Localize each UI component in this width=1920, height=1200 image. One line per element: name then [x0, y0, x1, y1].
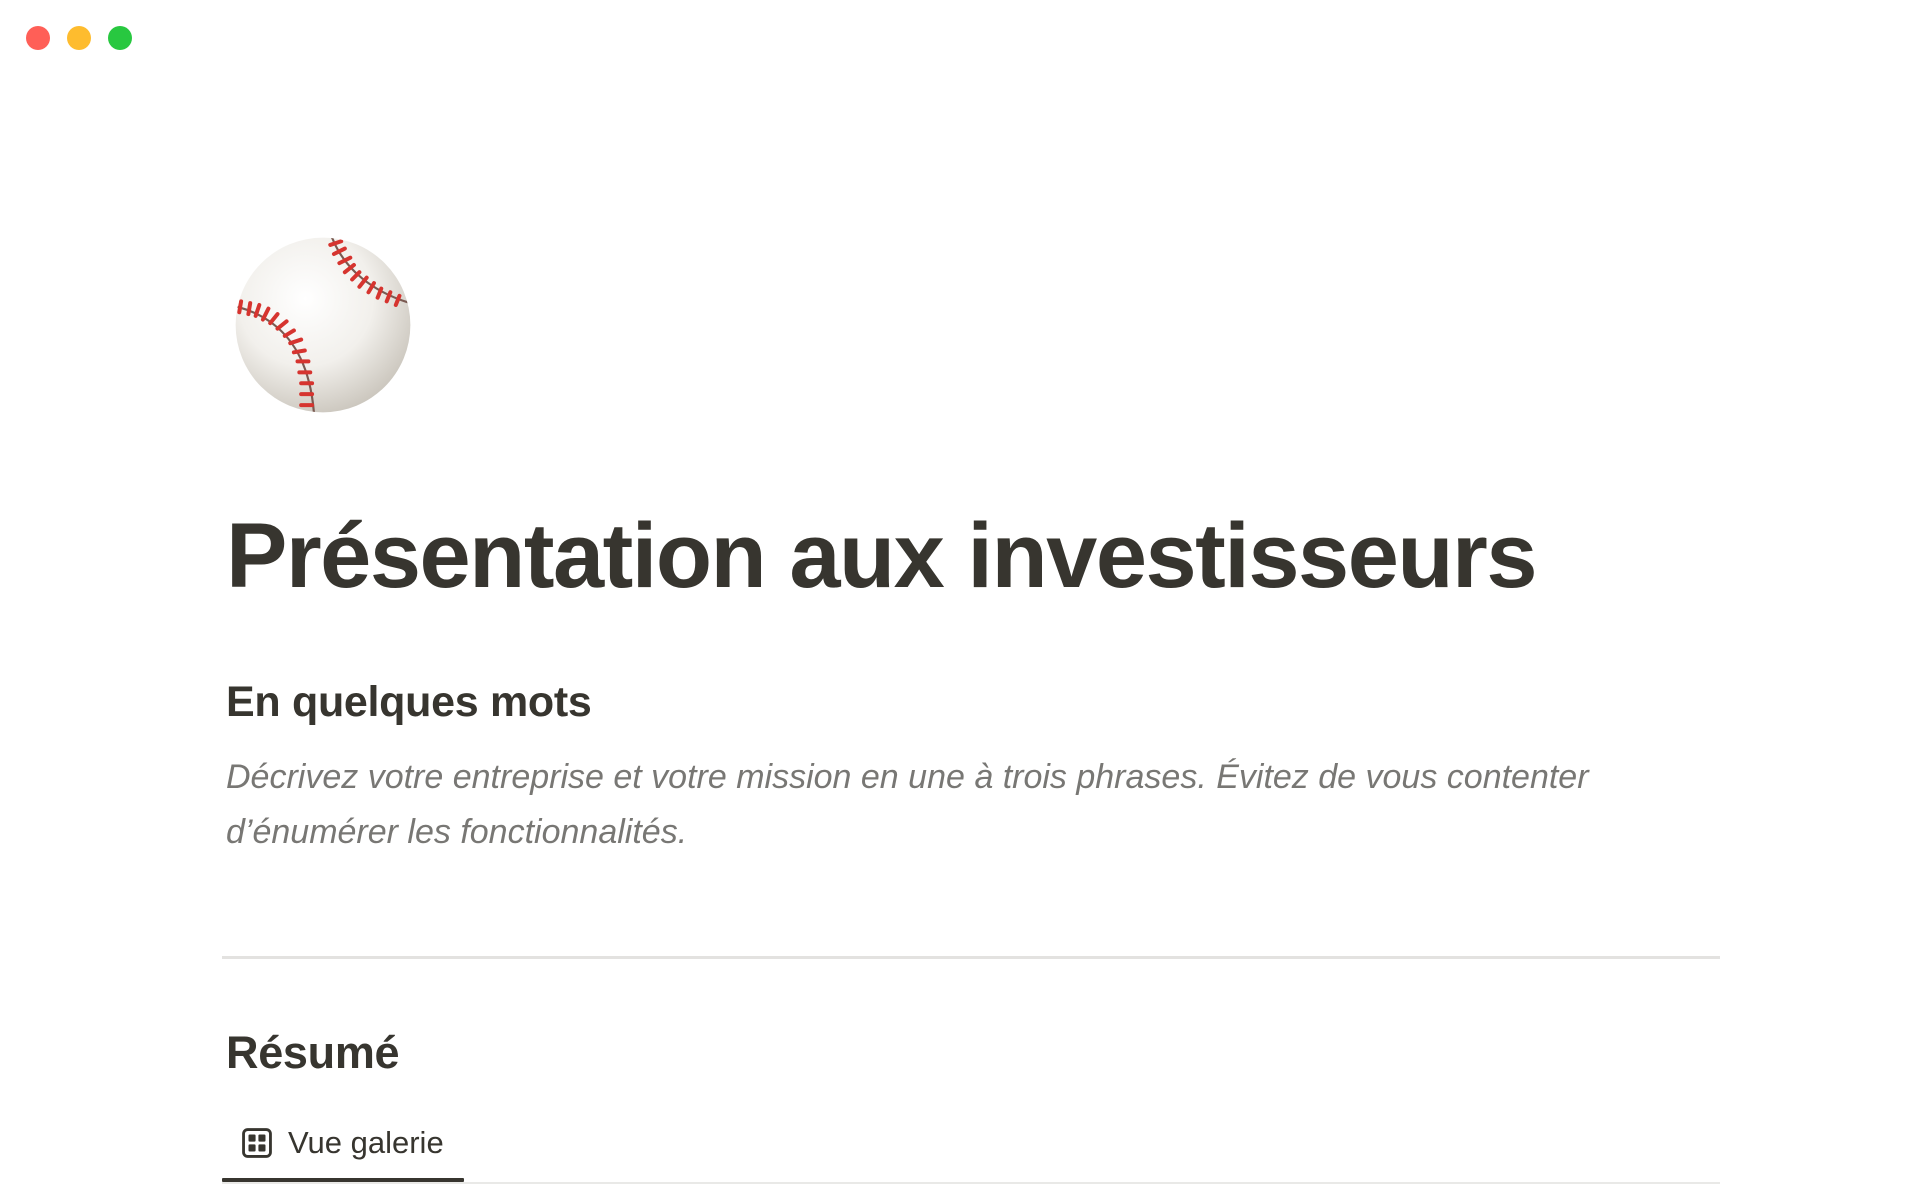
divider — [222, 956, 1720, 959]
zoom-window-button[interactable] — [108, 26, 132, 50]
database-view-tabs: Vue galerie — [222, 1106, 1720, 1184]
page-title[interactable]: Présentation aux investisseurs — [226, 500, 1538, 612]
section-heading-resume[interactable]: Résumé — [226, 1024, 400, 1082]
baseball-icon[interactable] — [232, 234, 414, 416]
tab-label: Vue galerie — [288, 1125, 444, 1160]
gallery-icon — [240, 1126, 274, 1160]
close-window-button[interactable] — [26, 26, 50, 50]
section-heading-en-quelques-mots[interactable]: En quelques mots — [226, 674, 592, 730]
tab-vue-galerie[interactable]: Vue galerie — [222, 1106, 464, 1182]
section-description[interactable]: Décrivez votre entreprise et votre missi… — [226, 750, 1696, 860]
minimize-window-button[interactable] — [67, 26, 91, 50]
window-controls — [26, 26, 132, 50]
